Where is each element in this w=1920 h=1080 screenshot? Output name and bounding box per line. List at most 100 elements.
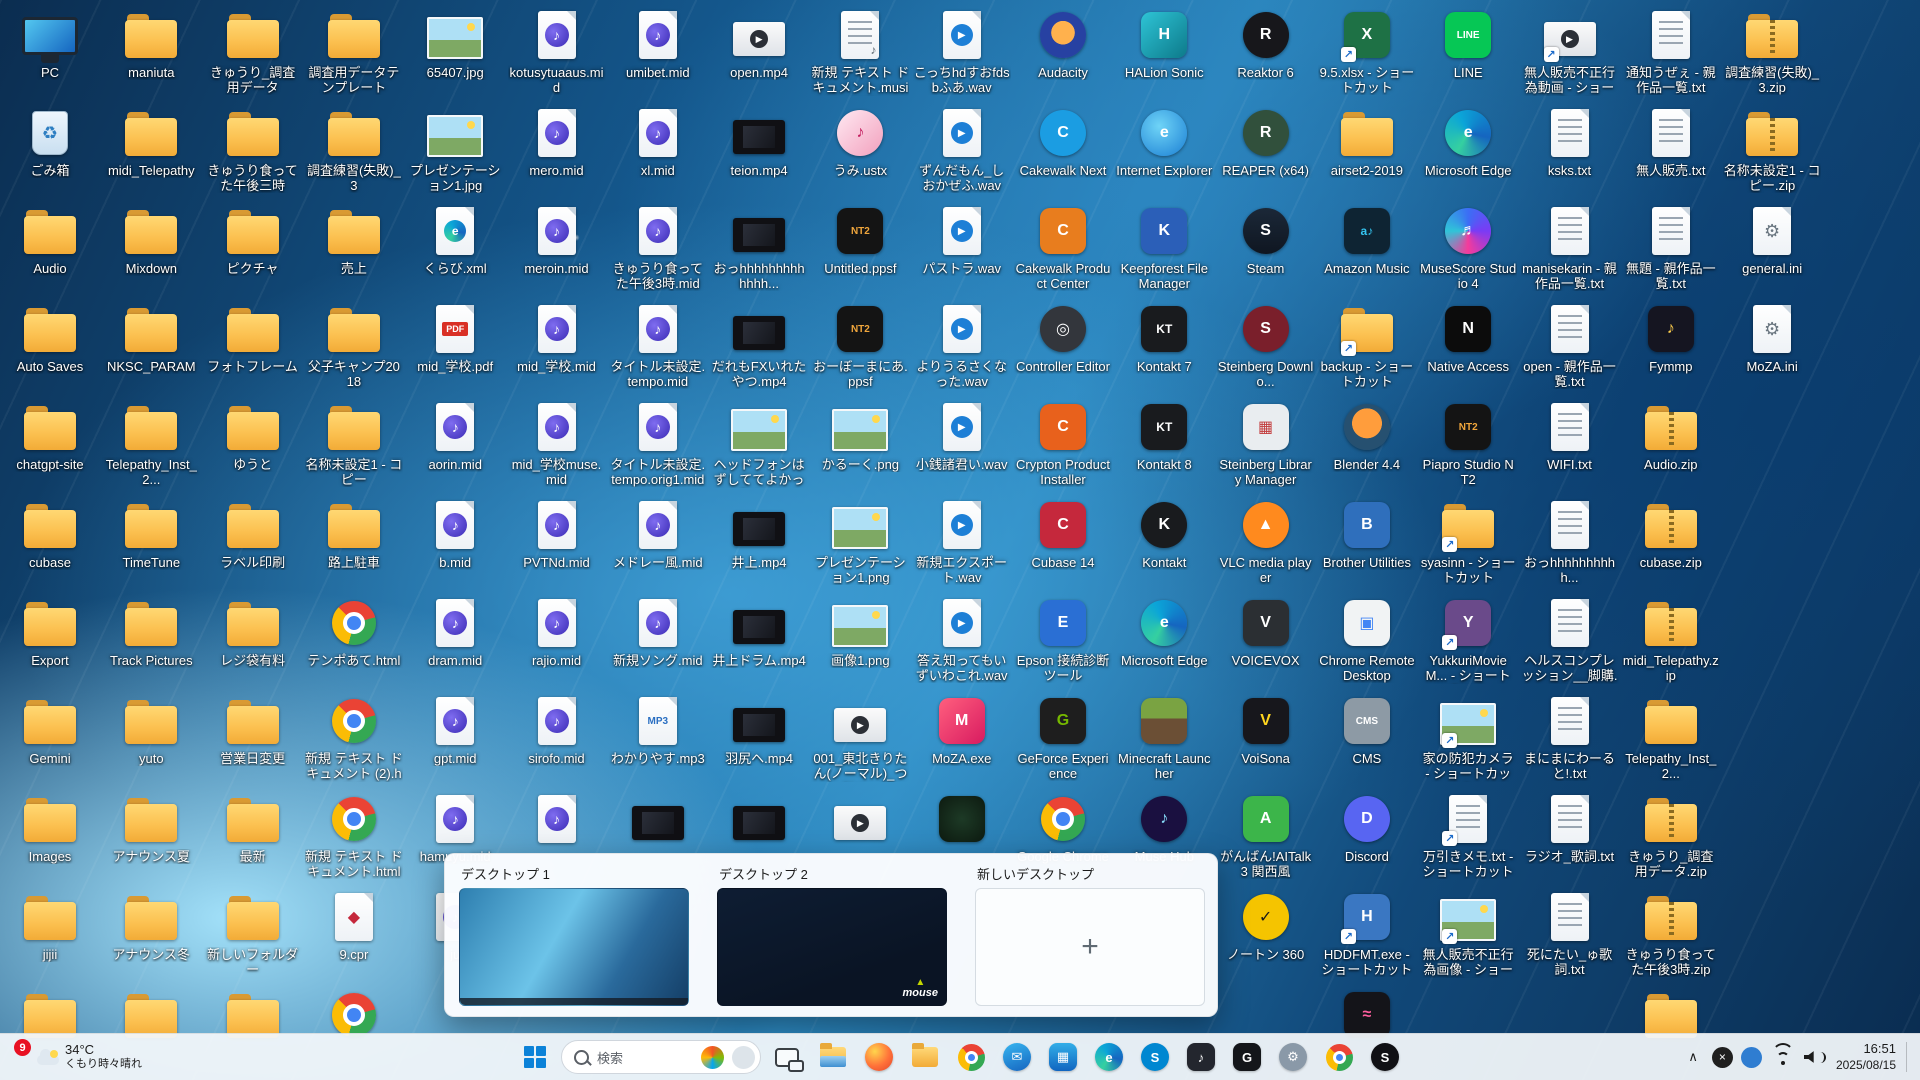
desktop-icon[interactable]: ksks.txt <box>1522 106 1618 178</box>
desktop-icon[interactable]: MP3わかりやす.mp3 <box>610 694 706 766</box>
desktop-icon[interactable]: Audio.zip <box>1623 400 1719 472</box>
weather-widget-button[interactable]: 9 34°C くもり時々晴れ <box>8 1034 148 1080</box>
desktop-icon[interactable]: CCubase 14 <box>1015 498 1111 570</box>
desktop-icon[interactable] <box>711 792 807 849</box>
desktop-icon[interactable]: 死にたい_ゅ歌詞.txt <box>1522 890 1618 977</box>
volume-icon[interactable] <box>1804 1051 1826 1064</box>
desktop-icon[interactable]: yuto <box>103 694 199 766</box>
desktop-icon[interactable]: jijii <box>2 890 98 962</box>
desktop-icon[interactable]: きゅうり食ってた午後3時.zip <box>1623 890 1719 977</box>
desktop-icon[interactable]: ▲VLC media player <box>1218 498 1314 585</box>
desktop-icon[interactable]: Gemini <box>2 694 98 766</box>
desktop-icon[interactable]: ↗無人販売不正行為画像 - ショートカツ... <box>1420 890 1516 978</box>
desktop-icon[interactable]: 父子キャンプ2018 <box>306 302 402 389</box>
desktop-icon[interactable]: 新しいフォルダー <box>205 890 301 977</box>
desktop-icon[interactable]: ヘッドフォンはずしててよかった.mp4 <box>711 400 807 488</box>
desktop-icon[interactable]: Track Pictures <box>103 596 199 668</box>
desktop-icon[interactable]: ◎Controller Editor <box>1015 302 1111 374</box>
desktop-icon[interactable]: ↗家の防犯カメラ - ショートカット <box>1420 694 1516 782</box>
desktop-icon[interactable]: ▶答え知ってもいずいわこれ.wav <box>914 596 1010 683</box>
desktop-icon[interactable]: Telepathy_Inst_2... <box>103 400 199 487</box>
desktop-icon[interactable]: ♪mid_学校muse.mid <box>509 400 605 487</box>
start-button[interactable] <box>515 1037 555 1077</box>
desktop-icon[interactable]: cubase <box>2 498 98 570</box>
desktop-icon[interactable]: VVOICEVOX <box>1218 596 1314 668</box>
desktop-icon[interactable]: ♪b.mid <box>407 498 503 570</box>
desktop-icon[interactable] <box>610 792 706 849</box>
file-explorer[interactable] <box>813 1037 853 1077</box>
desktop-icon[interactable]: KTKontakt 7 <box>1116 302 1212 374</box>
desktop-icon[interactable]: GGeForce Experience <box>1015 694 1111 781</box>
desktop-icon[interactable]: ▶小銭諸君い.wav <box>914 400 1010 472</box>
desktop-icon[interactable]: プレゼンテーション1.png <box>812 498 908 585</box>
tray-app-blue[interactable] <box>1741 1047 1762 1068</box>
desktop-icon[interactable]: PC <box>2 8 98 80</box>
desktop-icon[interactable]: BBrother Utilities <box>1319 498 1415 570</box>
desktop-icon[interactable]: ▶新規エクスポート.wav <box>914 498 1010 585</box>
desktop-icon[interactable]: Auto Saves <box>2 302 98 374</box>
desktop-icon[interactable]: ↗syasinn - ショートカット <box>1420 498 1516 585</box>
desktop-icon[interactable]: Audio <box>2 204 98 276</box>
desktop-icon[interactable]: ↗万引きメモ.txt - ショートカット <box>1420 792 1516 879</box>
edge[interactable]: e <box>1089 1037 1129 1077</box>
desktop-icon[interactable]: MMoZA.exe <box>914 694 1010 766</box>
desktop-icon[interactable]: ✓ノートン 360 <box>1218 890 1314 962</box>
show-desktop-button[interactable] <box>1906 1042 1912 1072</box>
desktop-icon[interactable]: HHALion Sonic <box>1116 8 1212 80</box>
desktop-icon[interactable]: RReaktor 6 <box>1218 8 1314 80</box>
desktop-icon[interactable]: おっhhhhhhhhhhhhh... <box>711 204 807 291</box>
desktop-icon[interactable] <box>914 792 1010 849</box>
desktop-icon[interactable]: KTKontakt 8 <box>1116 400 1212 472</box>
desktop-icon[interactable]: NKSC_PARAM <box>103 302 199 374</box>
skype-app[interactable]: S <box>1135 1037 1175 1077</box>
desktop-icon[interactable]: NT2おーぼーまにあ.ppsf <box>812 302 908 389</box>
desktop-icon[interactable]: 井上.mp4 <box>711 498 807 570</box>
desktop-icon[interactable]: 名称未設定1 - コピー.zip <box>1724 106 1820 193</box>
desktop-icon[interactable]: 画像1.png <box>812 596 908 668</box>
mail-app[interactable]: ✉ <box>997 1037 1037 1077</box>
desktop-icon[interactable]: ♪dram.mid <box>407 596 503 668</box>
virtual-desktop-preview[interactable]: + <box>975 888 1205 1006</box>
desktop-icon[interactable]: 無題 - 親作品一覧.txt <box>1623 204 1719 291</box>
desktop-icon[interactable]: WIFI.txt <box>1522 400 1618 472</box>
desktop-icon[interactable]: RREAPER (x64) <box>1218 106 1314 178</box>
desktop-icon[interactable]: ♪umibet.mid <box>610 8 706 80</box>
desktop-icon[interactable]: 無人販売.txt <box>1623 106 1719 178</box>
desktop-icon[interactable]: SSteinberg Downlo... <box>1218 302 1314 389</box>
desktop-icon[interactable]: eMicrosoft Edge <box>1116 596 1212 668</box>
desktop-icon[interactable]: ▶よりうるさくなった.wav <box>914 302 1010 389</box>
desktop-icon[interactable]: TimeTune <box>103 498 199 570</box>
desktop-icon[interactable]: ▶↗無人販売不正行為動画 - ショートカット <box>1522 8 1618 96</box>
desktop-icon[interactable]: ♪sirofo.mid <box>509 694 605 766</box>
desktop-icon[interactable]: 新規 テキスト ドキュメント (2).html <box>306 694 402 782</box>
chrome[interactable] <box>951 1037 991 1077</box>
desktop-icon[interactable]: maniuta <box>103 8 199 80</box>
desktop-icon[interactable]: KKeepforest File Manager <box>1116 204 1212 291</box>
desktop-icon[interactable]: きゅうり食ってた午後三時 <box>205 106 301 193</box>
desktop-icon[interactable]: NNative Access <box>1420 302 1516 374</box>
desktop-icon[interactable]: ♪きゅうり食ってた午後3時.mid <box>610 204 706 291</box>
desktop-icon[interactable]: フォトフレーム <box>205 302 301 374</box>
desktop-icon[interactable]: ▶ <box>812 792 908 849</box>
desktop-icon[interactable]: 調査練習(失敗)_3.zip <box>1724 8 1820 95</box>
desktop-icon[interactable]: open - 親作品一覧.txt <box>1522 302 1618 389</box>
desktop-icon[interactable]: SSteam <box>1218 204 1314 276</box>
desktop-icon[interactable]: ♪PVTNd.mid <box>509 498 605 570</box>
desktop-icon[interactable]: Images <box>2 792 98 864</box>
desktop-icon[interactable]: ラベル印刷 <box>205 498 301 570</box>
new-desktop-button[interactable]: 新しいデスクトップ+ <box>975 862 1205 1008</box>
desktop-icon[interactable]: ゆうと <box>205 400 301 472</box>
desktop-icon[interactable]: ⚙MoZA.ini <box>1724 302 1820 374</box>
desktop-icon[interactable]: ♪タイトル未設定.tempo.mid <box>610 302 706 389</box>
desktop-icon[interactable]: ▶パストラ.wav <box>914 204 1010 276</box>
desktop-icon[interactable]: Mixdown <box>103 204 199 276</box>
desktop-icon[interactable]: ♪rajio.mid <box>509 596 605 668</box>
desktop-icon[interactable]: ▣Chrome Remote Desktop <box>1319 596 1415 683</box>
virtual-desktop-2-thumbnail[interactable]: デスクトップ 2▲mouse <box>717 862 947 1008</box>
desktop-icon[interactable]: ♪meroin.mid <box>509 204 605 276</box>
github-desktop[interactable]: G <box>1227 1037 1267 1077</box>
desktop-icon[interactable]: 最新 <box>205 792 301 864</box>
desktop-icon[interactable]: テンポあて.html <box>306 596 402 668</box>
desktop-icon[interactable]: a♪Amazon Music <box>1319 204 1415 276</box>
desktop-icon[interactable]: ▶こっちhdすおfdsbふあ.wav <box>914 8 1010 95</box>
